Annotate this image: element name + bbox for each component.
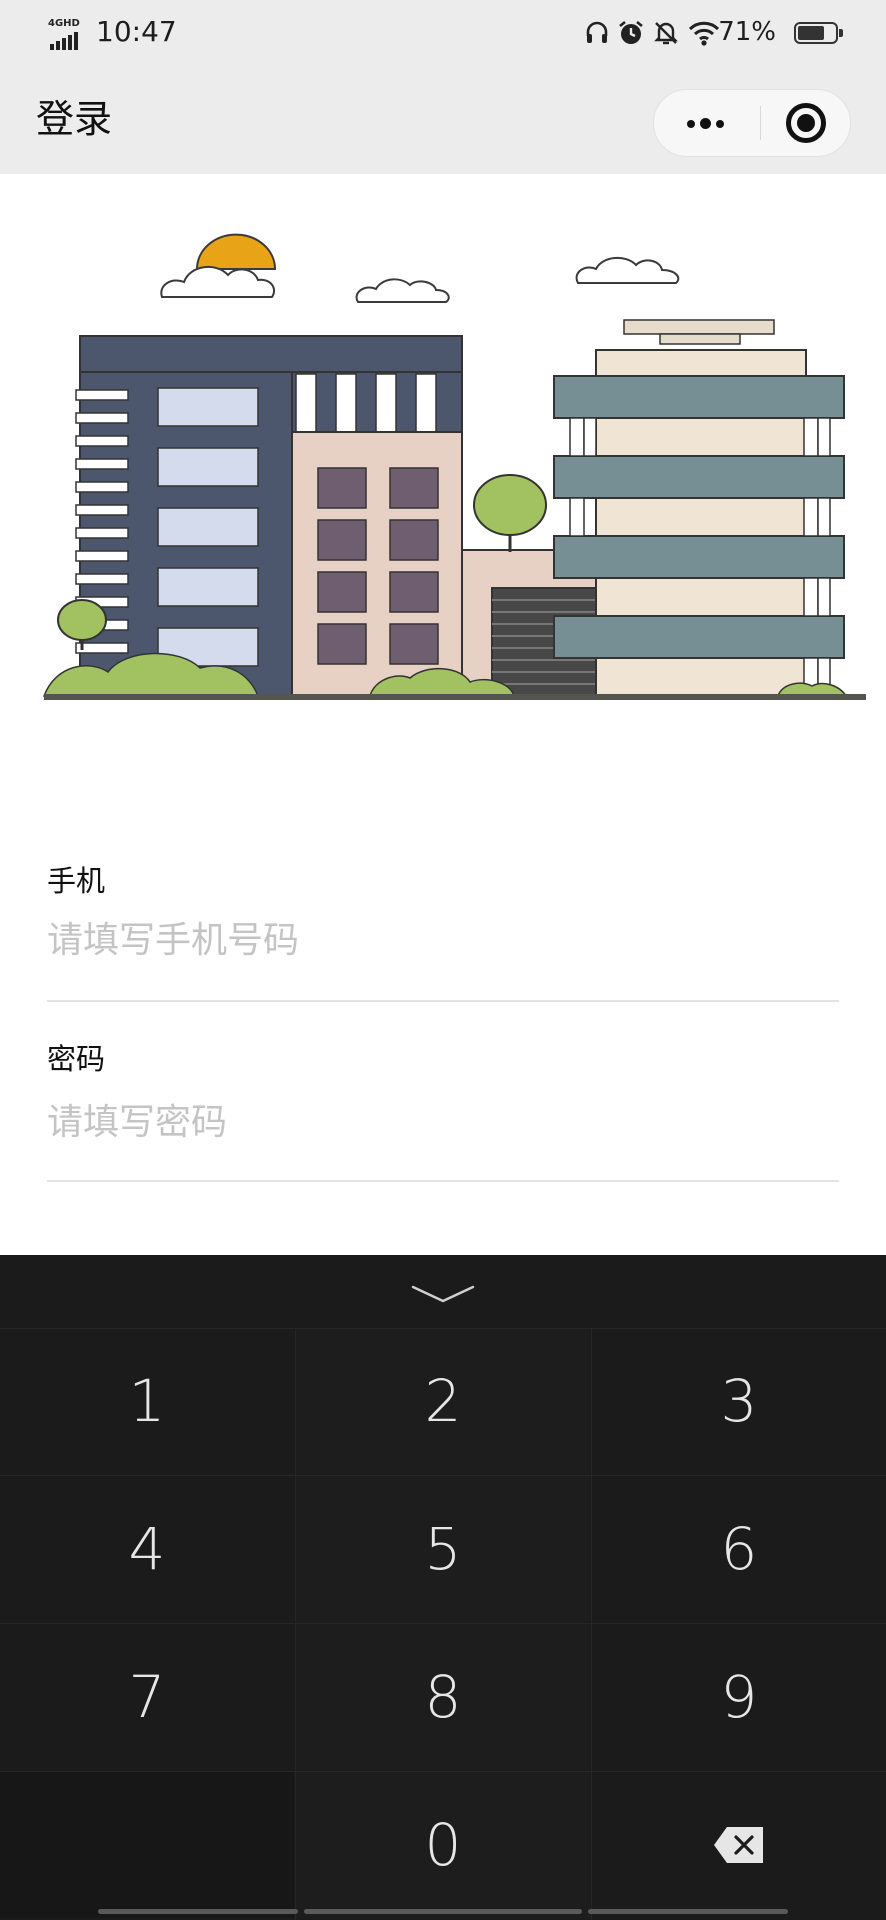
- nav-bar: 登录: [0, 66, 886, 174]
- key-8[interactable]: 8: [296, 1624, 590, 1770]
- page-title: 登录: [36, 97, 113, 141]
- password-field: 密码: [47, 1036, 839, 1182]
- phone-field: 手机: [47, 858, 839, 1002]
- phone-input[interactable]: [47, 914, 807, 966]
- close-button[interactable]: [766, 90, 850, 156]
- backspace-key[interactable]: [592, 1772, 886, 1918]
- status-time: 10:47: [96, 15, 177, 48]
- password-label: 密码: [47, 1042, 106, 1076]
- keyboard-toolbar: [0, 1255, 886, 1328]
- phone-label: 手机: [47, 864, 106, 898]
- capsule-divider: [760, 106, 761, 140]
- key-5[interactable]: 5: [296, 1476, 590, 1622]
- key-0[interactable]: 0: [296, 1772, 590, 1918]
- more-button[interactable]: [654, 90, 754, 156]
- key-3[interactable]: 3: [592, 1328, 886, 1474]
- bell-muted-icon: [654, 22, 678, 45]
- backspace-icon: [714, 1827, 763, 1863]
- battery-percent: 71%: [718, 17, 776, 47]
- sun-icon: [195, 233, 277, 270]
- status-bar: 4GHD 10:47 71%: [0, 0, 886, 66]
- keyboard-divider: [295, 1328, 296, 1920]
- key-7[interactable]: 7: [0, 1624, 294, 1770]
- chevron-down-icon[interactable]: [403, 1275, 483, 1309]
- network-type: 4GHD: [48, 18, 80, 29]
- alarm-icon: [619, 20, 643, 44]
- home-indicator: [304, 1909, 582, 1914]
- headphones-icon: [586, 21, 608, 43]
- battery-icon: [794, 22, 843, 44]
- home-indicator: [98, 1909, 298, 1914]
- keyboard-divider: [0, 1771, 886, 1772]
- keyboard-divider: [0, 1328, 886, 1329]
- home-indicator: [588, 1909, 788, 1914]
- keyboard-divider: [591, 1328, 592, 1920]
- mini-program-capsule: [653, 89, 851, 157]
- password-input[interactable]: [47, 1096, 807, 1148]
- buildings-illustration: [42, 233, 866, 700]
- key-6[interactable]: 6: [592, 1476, 886, 1622]
- key-9[interactable]: 9: [592, 1624, 886, 1770]
- keyboard-divider: [0, 1475, 886, 1476]
- keyboard-divider: [0, 1623, 886, 1624]
- numeric-keyboard: 1 2 3 4 5 6 7 8 9 0: [0, 1255, 886, 1920]
- key-1[interactable]: 1: [0, 1328, 294, 1474]
- network-indicator: 4GHD: [48, 18, 88, 50]
- key-4[interactable]: 4: [0, 1476, 294, 1622]
- wifi-icon: [688, 21, 720, 46]
- key-2[interactable]: 2: [296, 1328, 590, 1474]
- key-empty: [0, 1772, 294, 1918]
